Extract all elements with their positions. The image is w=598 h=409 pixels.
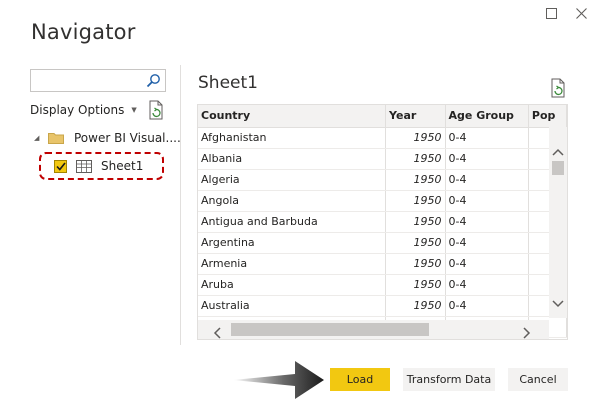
scroll-up-icon[interactable] <box>552 141 564 160</box>
navigator-dialog: Navigator Display Options ▼ ◢ Power BI V… <box>0 0 598 409</box>
table-row: Australia 1950 0-4 <box>198 295 567 317</box>
refresh-icon[interactable] <box>148 100 166 120</box>
table-cell: Afghanistan <box>198 127 387 149</box>
load-button[interactable]: Load <box>330 368 390 391</box>
column-header[interactable]: Country <box>198 105 387 128</box>
vertical-scroll-thumb[interactable] <box>552 161 564 175</box>
table-cell: 1950 <box>385 127 446 149</box>
table-cell: Australia <box>198 295 387 317</box>
display-options-dropdown[interactable]: Display Options ▼ <box>30 103 137 117</box>
table-cell: 1950 <box>385 211 446 233</box>
preview-title: Sheet1 <box>198 73 258 93</box>
table-cell: 0-4 <box>445 253 529 275</box>
horizontal-scroll-thumb[interactable] <box>231 323 429 336</box>
table-cell: 1950 <box>385 232 446 254</box>
pointer-arrow-icon <box>233 359 325 401</box>
table-row: Argentina 1950 0-4 <box>198 232 567 254</box>
table-header-row: Country Year Age Group Pop <box>198 105 567 128</box>
table-cell: 0-4 <box>445 211 529 233</box>
table-cell: Albania <box>198 148 387 170</box>
table-cell: Angola <box>198 190 387 212</box>
table-cell: Aruba <box>198 274 387 296</box>
folder-label: Power BI Visual.... <box>74 131 181 145</box>
expand-icon[interactable]: ◢ <box>34 134 46 142</box>
column-header[interactable]: Pop <box>528 105 567 128</box>
table-cell: 0-4 <box>445 274 529 296</box>
tree-folder-item[interactable]: ◢ Power BI Visual.... <box>34 131 181 145</box>
table-cell: Armenia <box>198 253 387 275</box>
close-icon[interactable] <box>572 4 590 22</box>
horizontal-scrollbar[interactable] <box>198 320 549 339</box>
chevron-down-icon: ▼ <box>131 106 137 114</box>
scroll-right-icon[interactable] <box>523 324 531 343</box>
table-row: Angola 1950 0-4 <box>198 190 567 212</box>
table-cell: 1950 <box>385 274 446 296</box>
sheet-item-sheet1[interactable]: Sheet1 <box>39 152 164 180</box>
sheet-label: Sheet1 <box>101 159 144 173</box>
table-row: Algeria 1950 0-4 <box>198 169 567 191</box>
table-cell: 0-4 <box>445 232 529 254</box>
preview-table: Country Year Age Group Pop Afghanistan 1… <box>198 105 567 338</box>
transform-data-button[interactable]: Transform Data <box>403 368 495 391</box>
search-box <box>30 69 166 92</box>
table-cell: Antigua and Barbuda <box>198 211 387 233</box>
folder-icon <box>48 132 64 144</box>
table-row: Antigua and Barbuda 1950 0-4 <box>198 211 567 233</box>
cancel-button[interactable]: Cancel <box>508 368 568 391</box>
table-cell: Argentina <box>198 232 387 254</box>
maximize-icon[interactable] <box>542 4 560 22</box>
table-row: Albania 1950 0-4 <box>198 148 567 170</box>
table-cell: 1950 <box>385 253 446 275</box>
preview-refresh-icon[interactable] <box>550 78 568 98</box>
table-row: Armenia 1950 0-4 <box>198 253 567 275</box>
table-cell: 1950 <box>385 169 446 191</box>
pane-divider <box>180 65 181 345</box>
preview-table-container: Country Year Age Group Pop Afghanistan 1… <box>197 104 568 340</box>
table-icon <box>76 159 92 173</box>
table-row: Afghanistan 1950 0-4 <box>198 127 567 149</box>
table-cell: 0-4 <box>445 295 529 317</box>
table-row: Aruba 1950 0-4 <box>198 274 567 296</box>
table-cell: Algeria <box>198 169 387 191</box>
table-cell: 1950 <box>385 190 446 212</box>
scroll-down-icon[interactable] <box>552 293 564 312</box>
column-header[interactable]: Year <box>385 105 446 128</box>
table-cell: 0-4 <box>445 148 529 170</box>
table-cell: 0-4 <box>445 190 529 212</box>
table-cell: 0-4 <box>445 169 529 191</box>
scroll-left-icon[interactable] <box>213 324 221 343</box>
display-options-label: Display Options <box>30 103 125 117</box>
dialog-title: Navigator <box>31 20 136 44</box>
sheet-checkbox[interactable] <box>54 159 67 173</box>
table-cell: 1950 <box>385 148 446 170</box>
search-icon[interactable] <box>146 73 161 88</box>
table-cell: 1950 <box>385 295 446 317</box>
vertical-scrollbar[interactable] <box>549 127 567 318</box>
search-input[interactable] <box>31 71 139 92</box>
table-cell: 0-4 <box>445 127 529 149</box>
column-header[interactable]: Age Group <box>445 105 529 128</box>
